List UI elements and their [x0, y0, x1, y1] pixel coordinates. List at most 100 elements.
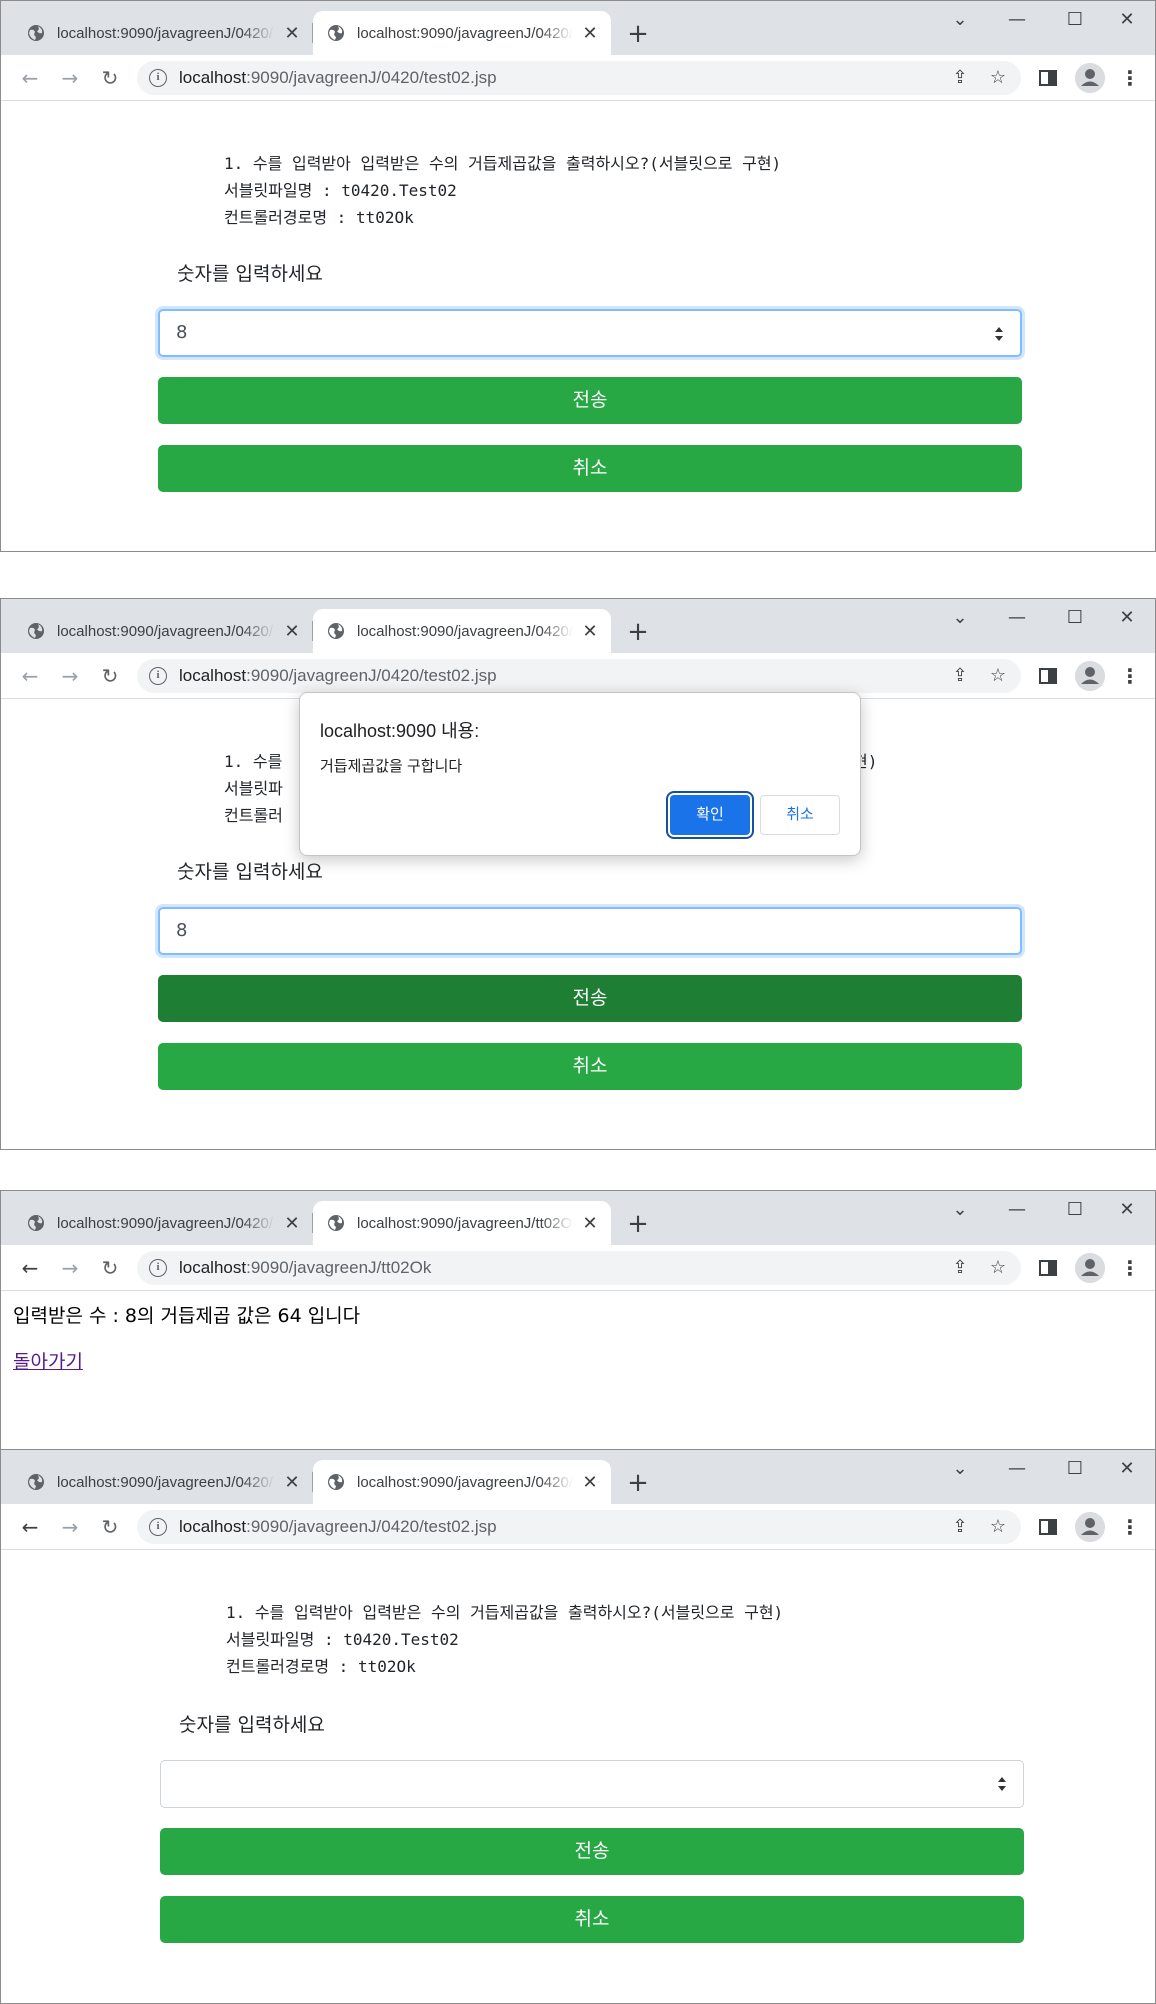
address-bar[interactable]: i localhost:9090/javagreenJ/0420/test02.… [137, 1510, 1021, 1544]
reload-icon[interactable]: ↻ [95, 63, 125, 93]
new-tab-plus-icon[interactable]: + [623, 1209, 653, 1239]
minimize-icon[interactable]: — [997, 605, 1037, 631]
tab-inactive[interactable]: localhost:9090/javagreenJ/0420/ ✕ [13, 609, 313, 653]
cancel-button[interactable]: 취소 [158, 445, 1022, 492]
new-tab-plus-icon[interactable]: + [623, 617, 653, 647]
forward-arrow-icon[interactable]: → [55, 661, 85, 691]
share-icon[interactable]: ⇪ [947, 663, 973, 689]
side-panel-icon[interactable] [1035, 1255, 1061, 1281]
star-icon[interactable]: ☆ [985, 65, 1011, 91]
minimize-icon[interactable]: — [997, 1197, 1037, 1223]
minimize-icon[interactable]: — [997, 1456, 1037, 1482]
profile-icon[interactable] [1075, 661, 1105, 691]
tab-close-icon[interactable]: ✕ [281, 1212, 303, 1234]
profile-icon[interactable] [1075, 1512, 1105, 1542]
side-panel-icon[interactable] [1035, 65, 1061, 91]
back-arrow-icon[interactable]: ← [15, 661, 45, 691]
tab-inactive[interactable]: localhost:9090/javagreenJ/0420/ ✕ [13, 1201, 313, 1245]
window-close-icon[interactable]: ✕ [1107, 605, 1147, 631]
tab-search-chevron-down-icon[interactable]: ⌄ [940, 605, 980, 631]
star-icon[interactable]: ☆ [985, 1514, 1011, 1540]
spinner-icon[interactable] [992, 323, 1006, 345]
number-input[interactable]: 8 [158, 309, 1022, 357]
tab-close-icon[interactable]: ✕ [579, 620, 601, 642]
kebab-menu-icon[interactable]: ⋮ [1115, 63, 1145, 93]
tab-active[interactable]: localhost:9090/javagreenJ/0420/ ✕ [313, 1460, 611, 1504]
dialog-message: 거듭제곱값을 구합니다 [320, 758, 463, 775]
dialog-cancel-button[interactable]: 취소 [760, 795, 840, 835]
tab-inactive[interactable]: localhost:9090/javagreenJ/0420/ ✕ [13, 1460, 313, 1504]
globe-icon [328, 25, 344, 41]
star-icon[interactable]: ☆ [985, 663, 1011, 689]
profile-icon[interactable] [1075, 1253, 1105, 1283]
side-panel-icon[interactable] [1035, 1514, 1061, 1540]
globe-icon [328, 1474, 344, 1490]
maximize-icon[interactable]: ☐ [1055, 1197, 1095, 1223]
url-host: localhost [179, 1258, 247, 1277]
tab-close-icon[interactable]: ✕ [579, 22, 601, 44]
tab-inactive[interactable]: localhost:9090/javagreenJ/0420/ ✕ [13, 11, 313, 55]
tab-active[interactable]: localhost:9090/javagreenJ/tt02Ok ✕ [313, 1201, 611, 1245]
window-close-icon[interactable]: ✕ [1107, 1456, 1147, 1482]
problem-description: 1. 수를 입력받아 입력받은 수의 거듭제곱값을 출력하시오?(서블릿으로 구… [224, 150, 781, 231]
tab-close-icon[interactable]: ✕ [579, 1212, 601, 1234]
site-info-icon[interactable]: i [149, 1259, 167, 1277]
maximize-icon[interactable]: ☐ [1055, 605, 1095, 631]
spinner-icon[interactable] [995, 1773, 1009, 1795]
maximize-icon[interactable]: ☐ [1055, 7, 1095, 33]
tab-search-chevron-down-icon[interactable]: ⌄ [940, 1456, 980, 1482]
tab-close-icon[interactable]: ✕ [281, 1471, 303, 1493]
number-input[interactable] [160, 1760, 1024, 1808]
forward-arrow-icon[interactable]: → [55, 63, 85, 93]
problem-line: 컨트롤러경로명 : tt02Ok [226, 1657, 416, 1676]
maximize-icon[interactable]: ☐ [1055, 1456, 1095, 1482]
submit-button[interactable]: 전송 [158, 377, 1022, 424]
share-icon[interactable]: ⇪ [947, 1255, 973, 1281]
tab-close-icon[interactable]: ✕ [281, 22, 303, 44]
kebab-menu-icon[interactable]: ⋮ [1115, 1253, 1145, 1283]
site-info-icon[interactable]: i [149, 69, 167, 87]
share-icon[interactable]: ⇪ [947, 65, 973, 91]
reload-icon[interactable]: ↻ [95, 661, 125, 691]
address-bar[interactable]: i localhost:9090/javagreenJ/0420/test02.… [137, 659, 1021, 693]
cancel-button[interactable]: 취소 [158, 1043, 1022, 1090]
site-info-icon[interactable]: i [149, 667, 167, 685]
back-arrow-icon[interactable]: ← [15, 1512, 45, 1542]
tab-search-chevron-down-icon[interactable]: ⌄ [940, 7, 980, 33]
new-tab-plus-icon[interactable]: + [623, 1468, 653, 1498]
reload-icon[interactable]: ↻ [95, 1512, 125, 1542]
kebab-menu-icon[interactable]: ⋮ [1115, 1512, 1145, 1542]
new-tab-plus-icon[interactable]: + [623, 19, 653, 49]
address-bar[interactable]: i localhost:9090/javagreenJ/0420/test02.… [137, 61, 1021, 95]
submit-button[interactable]: 전송 [160, 1828, 1024, 1875]
number-input[interactable]: 8 [158, 907, 1022, 955]
reload-icon[interactable]: ↻ [95, 1253, 125, 1283]
url-text: localhost:9090/javagreenJ/0420/test02.js… [179, 68, 497, 88]
side-panel-icon[interactable] [1035, 663, 1061, 689]
submit-button[interactable]: 전송 [158, 975, 1022, 1022]
dialog-ok-button[interactable]: 확인 [670, 795, 750, 835]
minimize-icon[interactable]: — [997, 7, 1037, 33]
tab-search-chevron-down-icon[interactable]: ⌄ [940, 1197, 980, 1223]
tab-title: localhost:9090/javagreenJ/0420/ [357, 1473, 573, 1491]
forward-arrow-icon[interactable]: → [55, 1512, 85, 1542]
share-icon[interactable]: ⇪ [947, 1514, 973, 1540]
address-bar[interactable]: i localhost:9090/javagreenJ/tt02Ok [137, 1251, 1021, 1285]
window-close-icon[interactable]: ✕ [1107, 7, 1147, 33]
tab-title: localhost:9090/javagreenJ/tt02Ok [357, 1214, 573, 1232]
cancel-button[interactable]: 취소 [160, 1896, 1024, 1943]
site-info-icon[interactable]: i [149, 1518, 167, 1536]
star-icon[interactable]: ☆ [985, 1255, 1011, 1281]
tab-active[interactable]: localhost:9090/javagreenJ/0420/ ✕ [313, 11, 611, 55]
forward-arrow-icon[interactable]: → [55, 1253, 85, 1283]
tab-close-icon[interactable]: ✕ [281, 620, 303, 642]
back-arrow-icon[interactable]: ← [15, 1253, 45, 1283]
tab-close-icon[interactable]: ✕ [579, 1471, 601, 1493]
profile-icon[interactable] [1075, 63, 1105, 93]
input-prompt: 숫자를 입력하세요 [179, 1714, 325, 1736]
tab-active[interactable]: localhost:9090/javagreenJ/0420/ ✕ [313, 609, 611, 653]
window-close-icon[interactable]: ✕ [1107, 1197, 1147, 1223]
back-arrow-icon[interactable]: ← [15, 63, 45, 93]
back-link[interactable]: 돌아가기 [13, 1347, 83, 1374]
kebab-menu-icon[interactable]: ⋮ [1115, 661, 1145, 691]
